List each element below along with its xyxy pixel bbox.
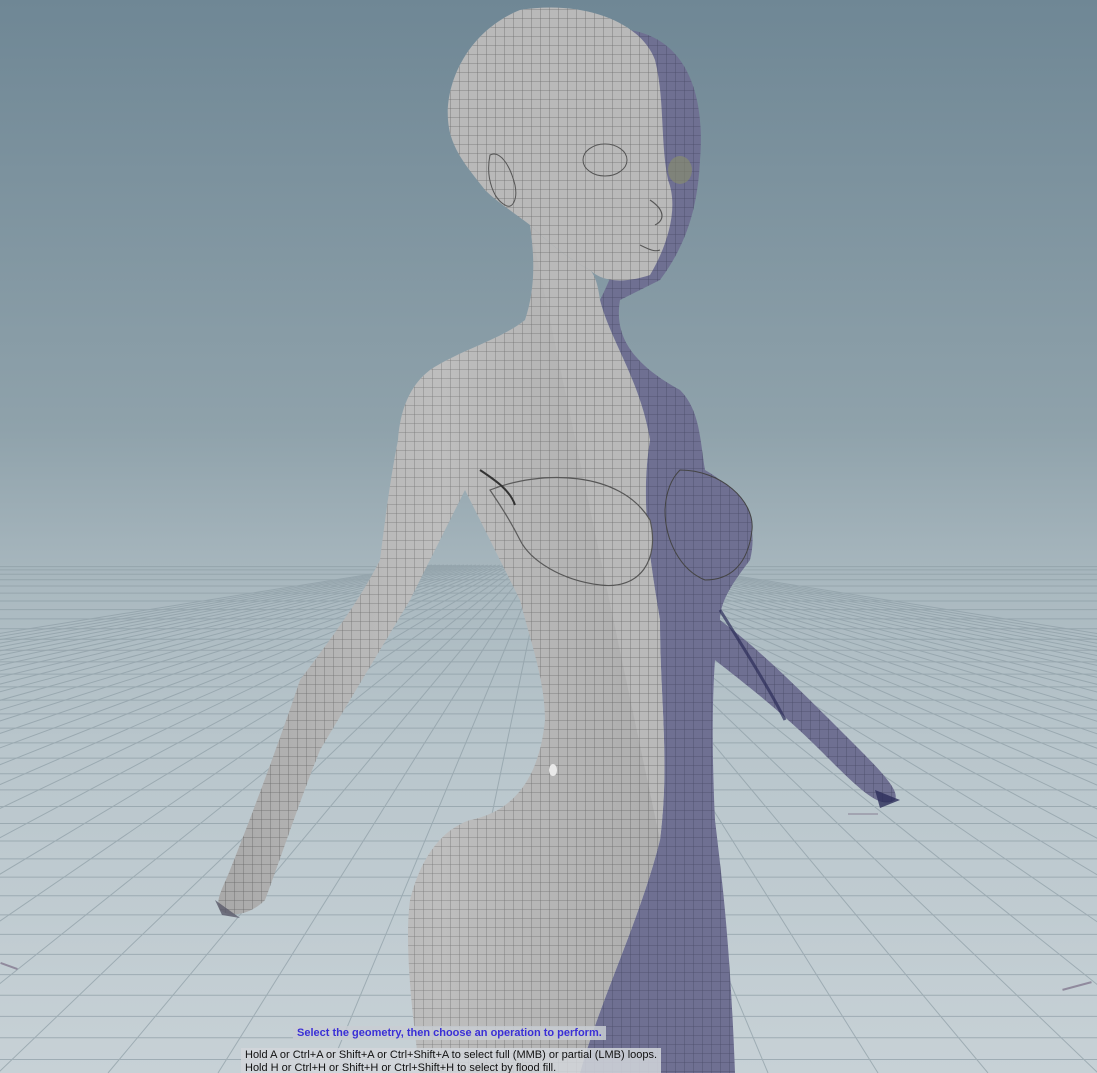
3d-viewport[interactable]: Select the geometry, then choose an oper… bbox=[0, 0, 1097, 1073]
axis-marker-center bbox=[848, 813, 878, 815]
viewport-prompt: Select the geometry, then choose an oper… bbox=[293, 1026, 606, 1040]
help-line-flood-fill: Hold H or Ctrl+H or Shift+H or Ctrl+Shif… bbox=[245, 1062, 557, 1073]
help-line-loops: Hold A or Ctrl+A or Shift+A or Ctrl+Shif… bbox=[245, 1049, 658, 1061]
viewport-help-text: Hold A or Ctrl+A or Shift+A or Ctrl+Shif… bbox=[241, 1048, 662, 1073]
character-mesh[interactable] bbox=[0, 0, 1097, 1073]
